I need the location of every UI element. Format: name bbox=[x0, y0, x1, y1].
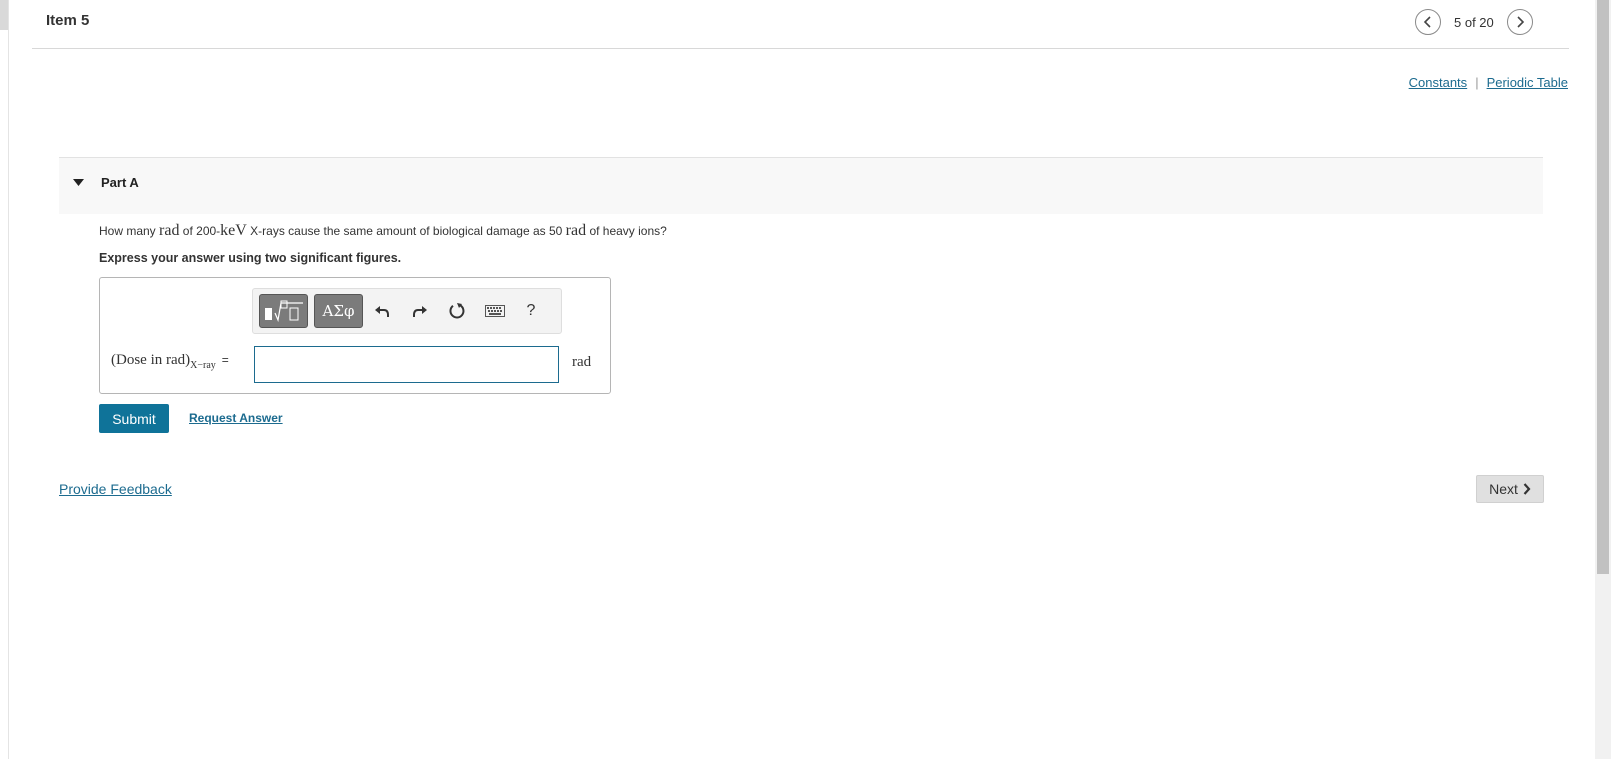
chevron-right-icon bbox=[1517, 16, 1524, 28]
vertical-scrollbar[interactable] bbox=[1595, 0, 1611, 759]
item-title: Item 5 bbox=[46, 12, 90, 29]
header-divider bbox=[32, 48, 1569, 49]
caret-down-icon[interactable] bbox=[73, 179, 84, 187]
next-button-label: Next bbox=[1489, 481, 1518, 497]
links-separator: | bbox=[1475, 75, 1479, 90]
reset-icon[interactable] bbox=[445, 299, 469, 323]
keyboard-icon[interactable] bbox=[483, 299, 507, 323]
symbols-button[interactable]: ΑΣφ bbox=[314, 294, 363, 328]
answer-label-subscript: X−ray bbox=[190, 360, 216, 371]
periodic-table-link[interactable]: Periodic Table bbox=[1487, 75, 1568, 90]
question-text-1: How many bbox=[99, 224, 160, 238]
answer-instruction: Express your answer using two significan… bbox=[99, 251, 402, 265]
left-rail-nub bbox=[0, 0, 8, 30]
templates-button[interactable] bbox=[259, 294, 308, 328]
question-text-3: X-rays cause the same amount of biologic… bbox=[246, 224, 566, 238]
answer-input[interactable] bbox=[254, 346, 559, 383]
provide-feedback-link[interactable]: Provide Feedback bbox=[59, 481, 172, 497]
question-text-4: of heavy ions? bbox=[586, 224, 667, 238]
help-button[interactable]: ? bbox=[519, 299, 543, 323]
chevron-right-icon bbox=[1523, 483, 1531, 495]
question-text: How many rad of 200-keV X-rays cause the… bbox=[99, 222, 667, 240]
math-toolbar: ΑΣφ ? bbox=[252, 288, 562, 334]
request-answer-link[interactable]: Request Answer bbox=[189, 411, 283, 425]
answer-label: (Dose in rad)X−ray = bbox=[111, 352, 229, 371]
item-pager: 5 of 20 bbox=[1415, 8, 1533, 36]
undo-icon[interactable] bbox=[370, 299, 394, 323]
redo-icon[interactable] bbox=[408, 299, 432, 323]
answer-box: ΑΣφ ? (Dose in rad)X−ray = rad bbox=[99, 277, 611, 394]
submit-button[interactable]: Submit bbox=[99, 404, 169, 433]
answer-label-main: (Dose in rad) bbox=[111, 352, 191, 368]
resource-links: Constants | Periodic Table bbox=[1409, 75, 1568, 90]
question-math-kev: keV bbox=[220, 222, 247, 239]
answer-unit: rad bbox=[572, 354, 592, 370]
constants-link[interactable]: Constants bbox=[1409, 75, 1468, 90]
next-button[interactable]: Next bbox=[1476, 475, 1544, 503]
previous-item-button[interactable] bbox=[1415, 9, 1441, 35]
answer-equals: = bbox=[221, 353, 229, 367]
pager-count: 5 of 20 bbox=[1454, 14, 1494, 30]
question-math-rad: rad bbox=[159, 222, 180, 239]
templates-icon bbox=[264, 300, 303, 323]
part-label: Part A bbox=[101, 175, 139, 190]
next-item-button[interactable] bbox=[1506, 9, 1533, 35]
chevron-left-icon bbox=[1423, 16, 1431, 28]
left-rail bbox=[0, 0, 9, 759]
question-text-2: of 200- bbox=[179, 224, 221, 238]
part-a-header[interactable]: Part A bbox=[59, 157, 1543, 214]
question-math-rad-2: rad bbox=[565, 222, 587, 239]
scrollbar-thumb[interactable] bbox=[1597, 0, 1609, 574]
